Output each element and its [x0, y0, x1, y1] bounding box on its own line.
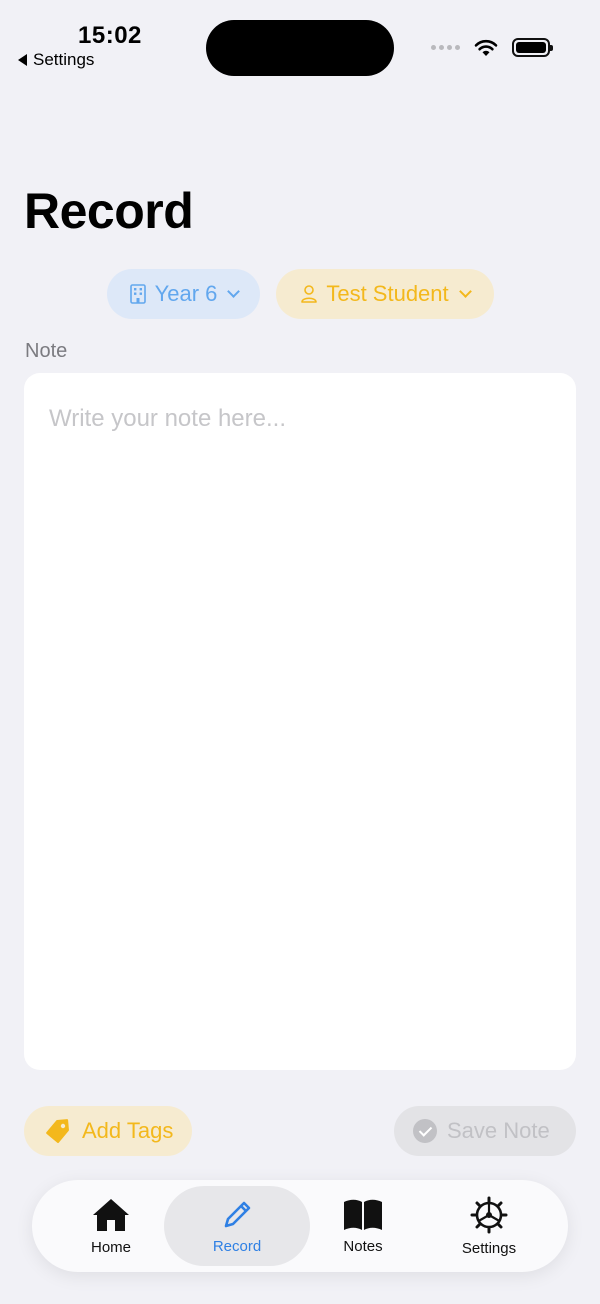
person-icon: [301, 285, 318, 303]
status-time: 15:02: [78, 22, 142, 49]
student-selector[interactable]: Test Student: [276, 269, 494, 319]
wifi-icon: [474, 39, 498, 56]
note-editor-container: [24, 373, 576, 1070]
class-selector[interactable]: Year 6: [107, 269, 260, 319]
tab-home-label: Home: [90, 1238, 131, 1256]
back-arrow-icon: [18, 54, 27, 66]
tab-record[interactable]: Record: [164, 1186, 310, 1266]
tab-settings-label: Settings: [461, 1239, 517, 1257]
note-textarea[interactable]: [49, 405, 551, 1038]
save-note-button[interactable]: Save Note: [394, 1106, 576, 1156]
tab-notes[interactable]: Notes: [324, 1186, 402, 1266]
dynamic-island: [206, 20, 394, 76]
battery-icon: [512, 38, 553, 57]
tab-home[interactable]: Home: [72, 1186, 150, 1266]
checkmark-circle-icon: [413, 1119, 437, 1143]
building-icon: [129, 284, 146, 304]
class-selector-label: Year 6: [154, 281, 218, 306]
add-tags-label: Add Tags: [82, 1118, 174, 1143]
gear-icon: [470, 1196, 508, 1233]
add-tags-button[interactable]: Add Tags: [24, 1106, 192, 1156]
note-section-label: Note: [25, 340, 68, 362]
tab-settings[interactable]: Settings: [450, 1186, 528, 1266]
back-to-settings-link[interactable]: Settings: [18, 50, 94, 70]
book-icon: [344, 1199, 382, 1230]
tab-notes-label: Notes: [343, 1237, 383, 1255]
pencil-icon: [224, 1201, 251, 1227]
page-title: Record: [24, 183, 194, 239]
chevron-down-icon: [458, 285, 472, 298]
tab-bar: Home Record Notes Settings: [32, 1180, 568, 1272]
signal-icon: [431, 45, 460, 50]
tag-icon: [46, 1119, 69, 1144]
status-bar: 15:02 Settings: [0, 0, 600, 80]
tab-record-label: Record: [212, 1237, 262, 1255]
save-note-label: Save Note: [447, 1118, 550, 1143]
status-indicators: [431, 38, 553, 57]
house-icon: [93, 1198, 129, 1231]
back-link-label: Settings: [33, 50, 95, 69]
student-selector-label: Test Student: [326, 281, 449, 306]
chevron-down-icon: [227, 285, 241, 298]
